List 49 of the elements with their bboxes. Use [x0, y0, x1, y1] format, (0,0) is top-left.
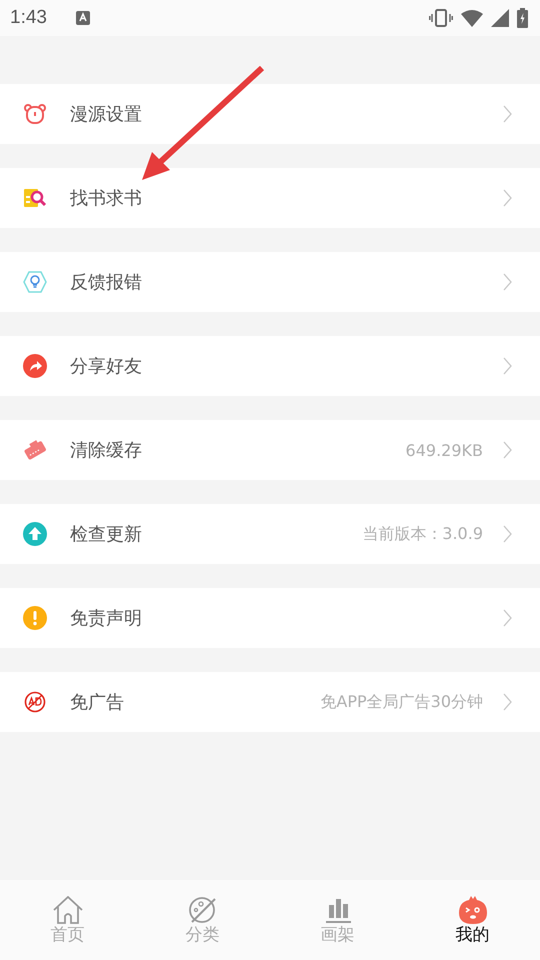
menu-value: 当前版本：3.0.9	[362, 524, 483, 544]
chevron-right-icon	[503, 357, 512, 375]
warning-icon	[23, 606, 47, 630]
nav-label: 分类	[186, 924, 220, 946]
menu-item[interactable]: 免责声明	[0, 588, 540, 648]
share-icon	[23, 354, 47, 378]
chevron-right-icon	[503, 441, 512, 459]
chevron-right-icon	[503, 693, 512, 711]
chevron-right-icon	[503, 189, 512, 207]
menu-item[interactable]: 免广告 免APP全局广告30分钟	[0, 672, 540, 732]
planet-icon	[186, 896, 218, 924]
keyboard-icon	[76, 11, 90, 25]
menu-item[interactable]: 分享好友	[0, 336, 540, 396]
menu-label: 反馈报错	[70, 271, 142, 294]
chevron-right-icon	[503, 105, 512, 123]
bulb-icon	[23, 270, 47, 294]
menu-value: 免APP全局广告30分钟	[320, 692, 483, 712]
menu-item[interactable]: 检查更新 当前版本：3.0.9	[0, 504, 540, 564]
nav-tab[interactable]: 我的	[405, 880, 540, 960]
chevron-right-icon	[503, 273, 512, 291]
bear-icon	[23, 102, 47, 126]
no-ad-icon	[23, 690, 47, 714]
signal-icon	[491, 9, 509, 27]
home-icon	[52, 896, 84, 924]
wifi-icon	[461, 9, 483, 27]
menu-label: 清除缓存	[70, 439, 142, 462]
vibrate-icon	[429, 9, 453, 27]
menu-label: 免责声明	[70, 607, 142, 630]
battery-icon	[517, 8, 528, 28]
chevron-right-icon	[503, 525, 512, 543]
menu-label: 分享好友	[70, 355, 142, 378]
chevron-right-icon	[503, 609, 512, 627]
menu-item[interactable]: 漫源设置	[0, 84, 540, 144]
mascot-icon	[456, 896, 488, 924]
menu-label: 检查更新	[70, 523, 142, 546]
status-time: 1:43	[10, 7, 48, 29]
menu-item[interactable]: 找书求书	[0, 168, 540, 228]
menu-label: 漫源设置	[70, 103, 142, 126]
upload-icon	[23, 522, 47, 546]
menu-label: 免广告	[70, 691, 124, 714]
nav-label: 我的	[456, 924, 490, 946]
eraser-icon	[23, 438, 47, 462]
menu-label: 找书求书	[70, 187, 142, 210]
nav-label: 首页	[50, 924, 84, 946]
nav-label: 画架	[320, 924, 354, 946]
search-book-icon	[23, 186, 47, 210]
menu-item[interactable]: 清除缓存 649.29KB	[0, 420, 540, 480]
menu-item[interactable]: 反馈报错	[0, 252, 540, 312]
menu-value: 649.29KB	[406, 440, 483, 460]
